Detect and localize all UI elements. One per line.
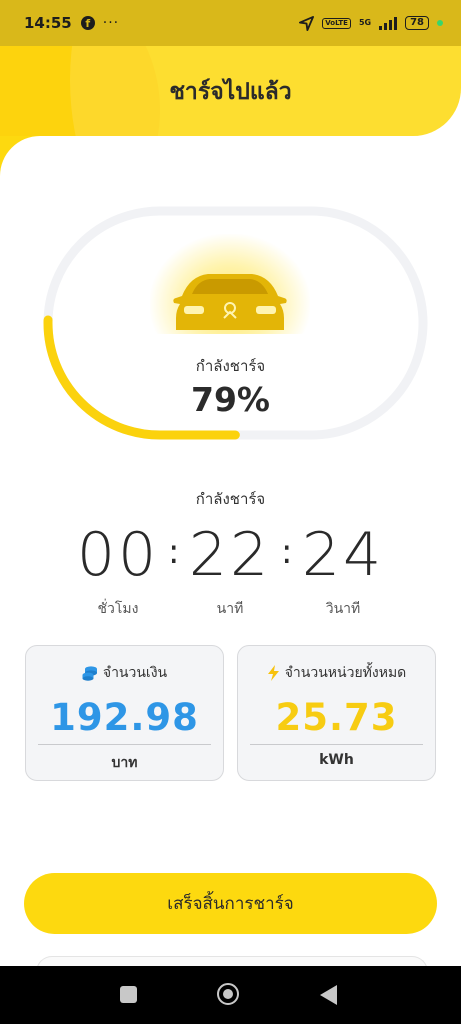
navigation-bar (0, 966, 461, 1024)
volte-icon: VoLTE (322, 17, 351, 29)
timer-hours: 00 (76, 520, 160, 590)
timer-seconds: 24 (301, 520, 385, 590)
facebook-icon: f (80, 16, 95, 30)
energy-card-title: จำนวนหน่วยทั้งหมด (284, 665, 407, 681)
more-notifications-icon: ··· (102, 15, 120, 31)
privacy-indicator-icon (437, 20, 443, 26)
elapsed-timer: 00 : 22 : 24 ชั่วโมง นาที วินาที (0, 520, 461, 620)
location-arrow-icon (299, 15, 315, 31)
charge-percent: 79% (191, 380, 270, 419)
energy-card-header: จำนวนหน่วยทั้งหมด (238, 662, 435, 684)
energy-unit: kWh (319, 752, 354, 768)
status-icons: VoLTE 5G 78 (299, 15, 443, 31)
cost-unit: บาท (111, 755, 138, 771)
recent-apps-icon[interactable] (120, 986, 137, 1003)
cost-card-header: จำนวนเงิน (26, 662, 223, 684)
timer-status-label: กำลังชาร์จ (195, 490, 266, 508)
divider (38, 744, 211, 745)
network-type-icon: 5G (358, 18, 372, 27)
timer-minutes-label: นาที (216, 601, 244, 617)
timer-seconds-label: วินาที (325, 601, 361, 617)
timer-minutes: 22 (188, 520, 272, 590)
back-icon[interactable] (320, 985, 337, 1005)
divider (250, 744, 423, 745)
status-bar: 14:55 f ··· VoLTE 5G 78 (0, 0, 461, 46)
status-time: 14:55 (24, 14, 72, 32)
cost-card-title: จำนวนเงิน (102, 665, 168, 681)
timer-hours-label: ชั่วโมง (97, 601, 139, 617)
signal-icon (379, 16, 398, 30)
cost-value: 192.98 (50, 696, 199, 739)
battery-icon: 78 (405, 16, 429, 30)
finish-charging-button[interactable]: เสร็จสิ้นการชาร์จ (24, 873, 437, 934)
cost-card: จำนวนเงิน 192.98 บาท (25, 645, 224, 781)
charging-status-label: กำลังชาร์จ (195, 357, 266, 375)
home-icon[interactable] (217, 983, 239, 1005)
car-icon (173, 274, 287, 330)
lightning-icon (267, 665, 279, 681)
energy-card: จำนวนหน่วยทั้งหมด 25.73 kWh (237, 645, 436, 781)
page-title: ชาร์จไปแล้ว (169, 79, 292, 105)
coins-icon (82, 666, 97, 681)
energy-value: 25.73 (275, 696, 398, 739)
